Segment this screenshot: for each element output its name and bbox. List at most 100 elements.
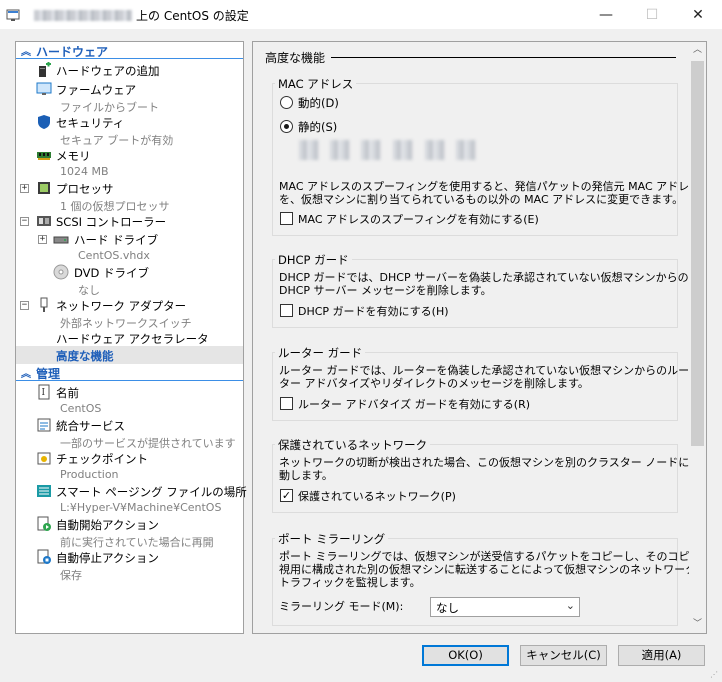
maximize-button: ☐ [645, 7, 659, 23]
shield-icon [38, 115, 50, 129]
window-title: 上の CentOS の設定 [136, 9, 249, 23]
network-adapter-icon [40, 297, 48, 312]
collapse-toggle-icon[interactable]: − [20, 217, 29, 226]
collapse-toggle-icon[interactable]: − [20, 301, 29, 310]
mac-spoofing-label[interactable]: MAC アドレスのスプーフィングを有効にする(E) [298, 211, 539, 227]
tree-item-advanced-features[interactable]: 高度な機能 [16, 346, 243, 364]
name-icon: I [38, 384, 50, 400]
close-button[interactable]: ✕ [675, 0, 721, 30]
tree-item-hardware-acceleration[interactable]: ハードウェア アクセラレータ [16, 329, 243, 347]
mac-octet-field[interactable] [456, 140, 476, 160]
hardware-section-header[interactable]: ︽ ハードウェア [16, 42, 243, 59]
port-mirroring-group: ポート ミラーリング ポート ミラーリングでは、仮想マシンが送受信するパケットを… [272, 531, 706, 626]
protected-network-group: 保護されているネットワーク ネットワークの切断が検出された場合、この仮想マシンを… [272, 437, 700, 513]
router-group-title: ルーター ガード [275, 345, 366, 361]
mac-dynamic-radio[interactable] [280, 96, 293, 109]
dhcp-guard-group: DHCP ガード DHCP ガードでは、DHCP サーバーを偽装した承認されてい… [272, 252, 689, 328]
router-guard-checkbox[interactable] [280, 397, 293, 410]
vm-host-name-redacted [34, 10, 132, 21]
mirroring-mode-select[interactable]: なし ⌄ [430, 597, 580, 617]
processor-icon [38, 182, 50, 194]
settings-app-icon [6, 9, 20, 21]
management-section-header[interactable]: ︽ 管理 [16, 364, 243, 381]
mac-octet-field[interactable] [361, 140, 381, 160]
protected-description-line1: ネットワークの切断が検出された場合、この仮想マシンを別のクラスター ノードに移 [279, 456, 701, 469]
mac-octet-field[interactable] [393, 140, 413, 160]
scrollbar-thumb[interactable] [691, 61, 704, 446]
tree-item-auto-start[interactable]: 自動開始アクション 前に実行されていた場合に再開 [16, 515, 243, 549]
mirroring-description-line2: 視用に構成された別の仮想マシンに転送することによって仮想マシンのネットワーク [279, 563, 697, 576]
ok-button[interactable]: OK(O) [422, 645, 509, 666]
mac-group-title: MAC アドレス [275, 76, 357, 92]
hard-drive-icon [53, 236, 69, 244]
advanced-features-panel: 高度な機能 MAC アドレス 動的(D) 静的(S) MAC アドレスのスプーフ… [252, 41, 707, 634]
auto-start-icon [37, 516, 51, 531]
title-bar: 上の CentOS の設定 — ☐ ✕ [0, 0, 722, 30]
chevron-down-icon: ⌄ [565, 599, 575, 612]
page-title: 高度な機能 [265, 51, 326, 65]
tree-item-name[interactable]: I 名前 CentOS [16, 383, 243, 417]
vertical-scrollbar[interactable]: ︿ ﹀ [689, 42, 706, 633]
scsi-controller-icon [37, 216, 51, 226]
radio-selected-dot [284, 124, 289, 129]
dhcp-guard-label[interactable]: DHCP ガードを有効にする(H) [298, 303, 449, 319]
mirroring-group-title: ポート ミラーリング [275, 531, 389, 547]
mac-description-line2: を、仮想マシンに割り当てられているもの以外の MAC アドレスに変更できます。 [279, 193, 684, 206]
apply-button[interactable]: 適用(A) [618, 645, 705, 666]
protected-network-checkbox[interactable]: ✓ [280, 489, 293, 502]
smart-paging-icon [37, 485, 51, 497]
mac-address-group: MAC アドレス 動的(D) 静的(S) MAC アドレスのスプーフィングを使用… [272, 76, 700, 236]
dhcp-description-line1: DHCP ガードでは、DHCP サーバーを偽装した承認されていない仮想マシンから… [279, 271, 689, 284]
auto-stop-icon [37, 549, 51, 564]
tree-item-checkpoint[interactable]: チェックポイント Production [16, 449, 243, 483]
tree-item-integration-services[interactable]: 統合サービス 一部のサービスが提供されています [16, 416, 243, 450]
tree-item-hard-drive[interactable]: + ハード ドライブ CentOS.vhdx [16, 230, 243, 264]
svg-text:I: I [42, 388, 46, 398]
mirroring-mode-label: ミラーリング モード(M): [279, 600, 404, 613]
collapse-chevron-icon[interactable]: ︽ [21, 43, 31, 58]
dhcp-guard-checkbox[interactable] [280, 304, 293, 317]
add-hardware-icon [39, 62, 51, 77]
mac-octet-field[interactable] [299, 140, 319, 160]
expand-toggle-icon[interactable]: + [38, 235, 47, 244]
scroll-down-icon[interactable]: ﹀ [689, 616, 706, 633]
tree-item-smart-paging[interactable]: スマート ページング ファイルの場所 L:¥Hyper-V¥Machine¥Ce… [16, 482, 247, 516]
minimize-button[interactable]: — [583, 0, 629, 30]
router-guard-group: ルーター ガード ルーター ガードでは、ルーターを偽装した承認されていない仮想マ… [272, 345, 689, 421]
tree-item-network-adapter[interactable]: − ネットワーク アダプター 外部ネットワークスイッチ [16, 296, 243, 330]
integration-services-icon [37, 418, 51, 432]
tree-item-memory[interactable]: メモリ 1024 MB [16, 146, 243, 180]
tree-item-security[interactable]: セキュリティ セキュア ブートが有効 [16, 113, 243, 147]
dhcp-description-line2: DHCP サーバー メッセージを削除します。 [279, 284, 492, 297]
memory-icon [37, 152, 51, 160]
cancel-button[interactable]: キャンセル(C) [520, 645, 607, 666]
mac-spoofing-checkbox[interactable] [280, 212, 293, 225]
dvd-icon [53, 264, 69, 280]
router-description-line2: ター アドバタイズやリダイレクトのメッセージを削除します。 [279, 377, 589, 390]
tree-item-firmware[interactable]: ファームウェア ファイルからブート [16, 80, 243, 114]
mac-dynamic-label[interactable]: 動的(D) [298, 95, 339, 111]
router-guard-label[interactable]: ルーター アドバタイズ ガードを有効にする(R) [298, 396, 530, 412]
mac-description-line1: MAC アドレスのスプーフィングを使用すると、発信パケットの発信元 MAC アド… [279, 180, 701, 193]
protected-description-line2: 動します。 [279, 469, 333, 482]
title-divider [331, 57, 676, 58]
protected-network-label[interactable]: 保護されているネットワーク(P) [298, 488, 456, 504]
tree-item-processor[interactable]: + プロセッサ 1 個の仮想プロセッサ [16, 179, 243, 213]
mirroring-description-line3: トラフィックを監視します。 [279, 576, 421, 589]
dhcp-group-title: DHCP ガード [275, 252, 352, 268]
resize-grip-icon[interactable]: ⋰ [710, 670, 720, 680]
tree-item-dvd-drive[interactable]: DVD ドライブ なし [16, 263, 243, 297]
expand-toggle-icon[interactable]: + [20, 184, 29, 193]
scroll-up-icon[interactable]: ︿ [689, 42, 706, 59]
mac-octet-field[interactable] [425, 140, 445, 160]
mac-octet-field[interactable] [330, 140, 350, 160]
mac-static-radio[interactable] [280, 120, 293, 133]
collapse-chevron-icon[interactable]: ︽ [21, 365, 31, 380]
mirroring-description-line1: ポート ミラーリングでは、仮想マシンが送受信するパケットをコピーし、そのコピーを… [279, 550, 707, 563]
router-description-line1: ルーター ガードでは、ルーターを偽装した承認されていない仮想マシンからのルー [279, 364, 690, 377]
firmware-icon [36, 82, 52, 95]
tree-item-auto-stop[interactable]: 自動停止アクション 保存 [16, 548, 243, 582]
mac-static-label[interactable]: 静的(S) [298, 119, 337, 135]
tree-item-add-hardware[interactable]: ハードウェアの追加 [16, 61, 243, 79]
tree-item-scsi-controller[interactable]: − SCSI コントローラー [16, 212, 243, 230]
